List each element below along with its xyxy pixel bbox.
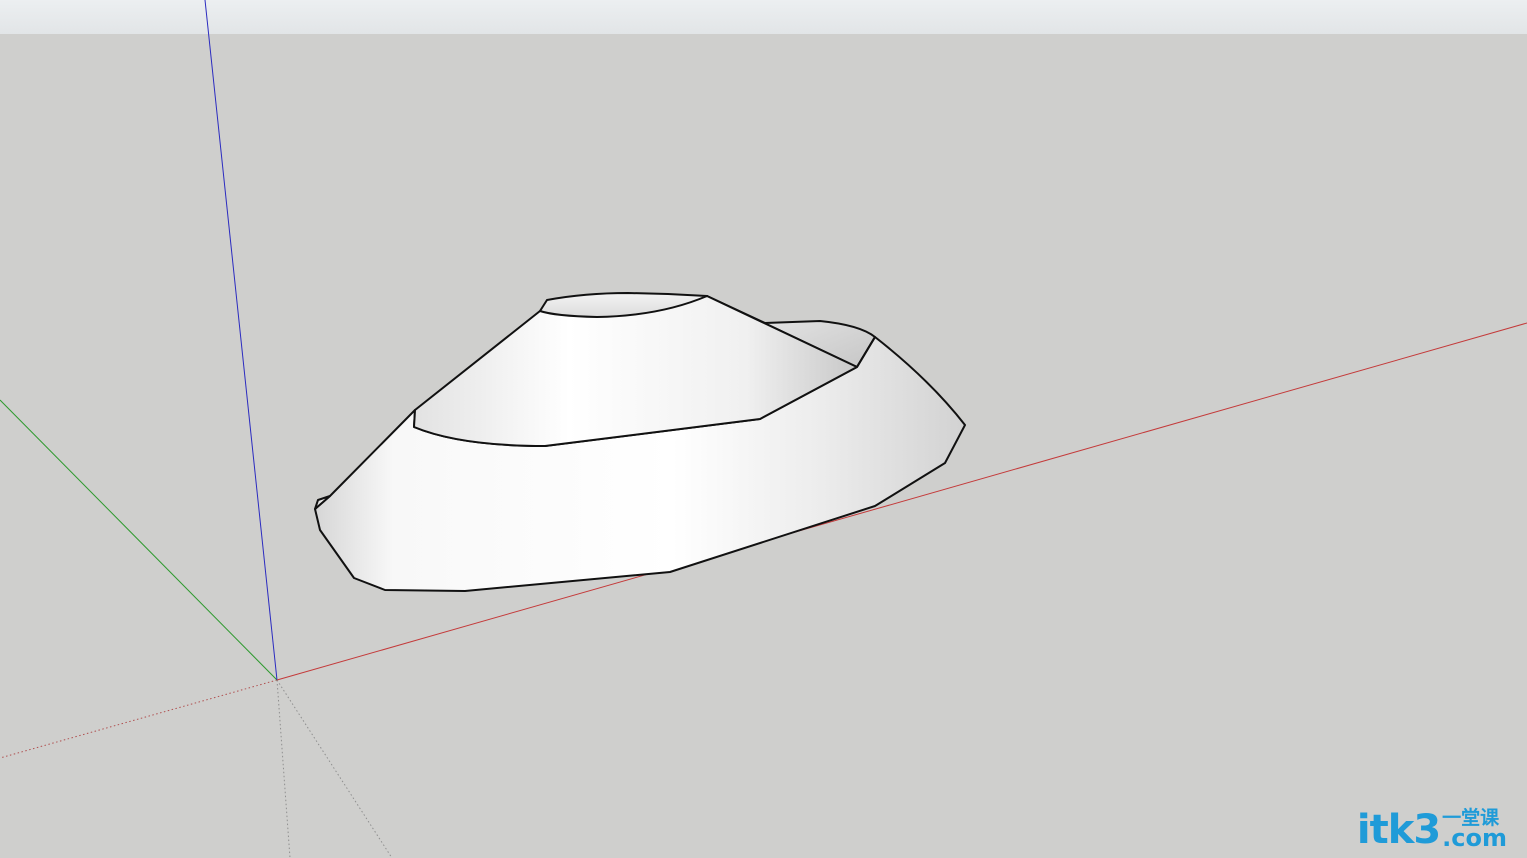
red-axis-negative [0, 679, 278, 759]
sketchup-drawing-area[interactable]: itk3 一堂课 .com [0, 0, 1527, 858]
blue-axis-negative [276, 679, 291, 858]
green-axis-negative [276, 679, 393, 858]
green-axis [0, 399, 278, 681]
blue-axis [204, 0, 278, 681]
watermark-side: 一堂课 .com [1442, 809, 1507, 852]
3d-viewport[interactable] [0, 0, 1527, 858]
watermark-domain-text: .com [1442, 824, 1507, 852]
watermark-main-text: itk3 [1356, 807, 1441, 853]
watermark: itk3 一堂课 .com [1356, 807, 1507, 853]
stepped-cone-solid[interactable] [314, 292, 966, 592]
